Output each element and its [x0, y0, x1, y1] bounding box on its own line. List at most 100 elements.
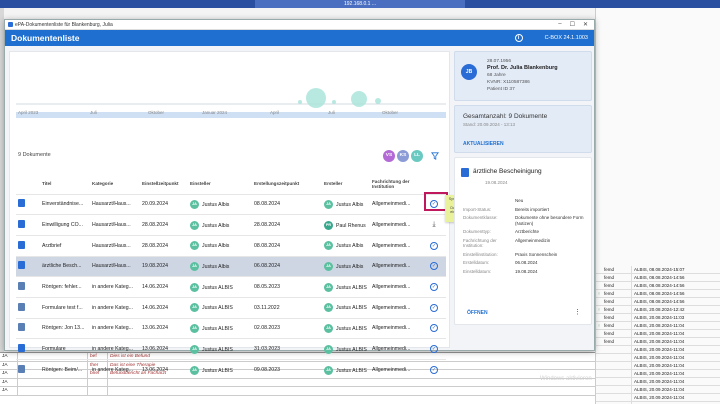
record-cell: ALBIS, 20.09.2024-11:04 [634, 347, 685, 352]
record-cell: femd [602, 298, 632, 305]
record-cell: ALBIS, 20.09.2024-11:04 [634, 395, 685, 400]
downloaded-check-icon[interactable]: ✓ [430, 366, 438, 375]
table-row[interactable]: ärztliche Besch... Hausarzt/Haus... 19.08.… [16, 255, 446, 277]
record-row[interactable]: femd ALBIS, 08.08.2024-14:56 [596, 282, 720, 290]
document-icon [18, 261, 25, 270]
record-cell: JA [0, 387, 18, 395]
more-options-icon[interactable]: ⋮ [574, 308, 581, 316]
record-row[interactable]: femd ALBIS, 08.08.2024-15:07 [596, 266, 720, 274]
detail-key: Import-Status: [463, 206, 492, 212]
record-row[interactable]: femd ALBIS, 20.08.2024-11:04 [596, 330, 720, 338]
downloaded-check-icon[interactable]: ✓ [430, 262, 438, 271]
record-row[interactable]: ALBIS, 20.09.2024-11:04 [596, 346, 720, 354]
timeline-label: Juli [328, 110, 335, 115]
document-detail-card: ärztliche Bescheinigung 19.08.2024 Neu Im… [454, 157, 592, 325]
downloaded-check-icon[interactable]: ✓ [430, 303, 438, 312]
timeline-bubble[interactable] [332, 100, 336, 104]
table-row[interactable]: Einwilligung CO... Hausarzt/Haus... 28.08.… [16, 214, 446, 236]
open-button[interactable]: ÖFFNEN [467, 310, 488, 316]
remote-session-bar[interactable]: 192.168.0.1 ... [255, 0, 465, 8]
uploader-chip: JA [190, 282, 199, 292]
cell-category: in andere Kateg... [90, 338, 140, 360]
cell-author: Justus Albis [336, 243, 364, 250]
column-header[interactable]: Titel [40, 174, 90, 194]
cell-category: Hausarzt/Haus... [90, 255, 140, 277]
table-row[interactable]: Einverständnise... Hausarzt/Haus... 20.09.… [16, 193, 446, 215]
avatar[interactable]: KS [397, 150, 409, 162]
cell-specialty: Allgemeinmedi... [370, 317, 422, 339]
timeline-chart[interactable]: April 2023 Juli Oktober Januar 2024 Apri… [16, 60, 446, 132]
record-row[interactable]: ALBIS, 20.09.2024-11:04 [596, 394, 720, 402]
record-row[interactable]: femd ALBIS, 20.08.2024-11:03 [596, 314, 720, 322]
patient-kvnr: KVNR: X110587386 [487, 80, 530, 85]
download-icon[interactable]: ⤓ [432, 221, 435, 228]
detail-value: Bereits importiert [515, 206, 550, 212]
document-icon [18, 199, 25, 208]
table-row[interactable]: Röntgen: Beim/... in andere Kateg... 13.06… [16, 359, 446, 381]
uploader-chip: JA [190, 199, 199, 209]
column-header[interactable]: Einsteller [188, 174, 252, 194]
patient-id: Patient ID 37 [487, 87, 515, 92]
timeline-bubble[interactable] [298, 100, 302, 104]
filter-avatars: VS KS LL [383, 150, 439, 162]
column-header[interactable]: Kategorie [90, 174, 140, 194]
record-row[interactable]: ↑ femd ALBIS, 08.08.2024-14:56 [596, 290, 720, 298]
downloaded-check-icon[interactable]: ✓ [430, 324, 438, 333]
record-row[interactable]: ALBIS, 20.09.2024-11:04 [596, 378, 720, 386]
table-row[interactable]: Arztbrief Hausarzt/Haus... 28.08.2024 JA Jus… [16, 234, 446, 257]
record-cell: ALBIS, 20.09.2024-11:04 [634, 387, 685, 392]
downloaded-check-icon[interactable]: ✓ [430, 283, 438, 292]
cell-author: Justus ALBIS [336, 346, 367, 353]
timeline-bubble[interactable] [375, 98, 381, 104]
record-row[interactable]: ALBIS, 20.09.2024-11:04 [596, 362, 720, 370]
document-list-panel: April 2023 Juli Oktober Januar 2024 Apri… [9, 51, 450, 381]
maximize-icon[interactable]: ☐ [570, 21, 575, 28]
detail-key: Einstelldatum: [463, 268, 492, 274]
detail-value: Arztberichte [515, 229, 540, 234]
column-header[interactable]: Einstellzeitpunkt [140, 174, 188, 194]
cell-upload-date: 28.08.2024 [140, 234, 188, 257]
column-header[interactable]: Fachrichtung der Institution [370, 174, 422, 194]
table-row[interactable]: Röntgen: fehler... in andere Kateg... 14.0… [16, 276, 446, 298]
app-icon [8, 22, 13, 27]
cell-author: Justus ALBIS [336, 325, 367, 332]
record-row[interactable]: ALBIS, 20.09.2024-11:04 [596, 370, 720, 378]
minimize-icon[interactable]: – [558, 21, 561, 28]
record-row[interactable]: ↑ femd ALBIS, 20.08.2024-12:42 [596, 306, 720, 314]
refresh-button[interactable]: AKTUALISIEREN [463, 141, 504, 147]
record-cell [602, 354, 632, 361]
column-header[interactable]: Ersteller [322, 174, 370, 194]
cell-title: Formulare [40, 338, 90, 360]
table-row[interactable]: Formulare in andere Kateg... 13.06.2024 JA J… [16, 338, 446, 360]
table-row[interactable]: Röntgen: Jon 13... in andere Kateg... 13.0… [16, 317, 446, 339]
record-row[interactable]: ↑ femd ALBIS, 20.08.2024-11:04 [596, 322, 720, 330]
record-row[interactable]: femd ALBIS, 20.08.2024-11:04 [596, 338, 720, 346]
record-cell: femd [602, 282, 632, 289]
info-icon[interactable]: i [514, 34, 523, 42]
window-controls: – ☐ ✕ [558, 21, 594, 28]
downloaded-check-icon[interactable]: ✓ [430, 241, 438, 250]
column-header[interactable]: Erstellungszeitpunkt [252, 174, 322, 194]
record-row[interactable]: femd ALBIS, 08.08.2024-14:56 [596, 298, 720, 306]
avatar[interactable]: VS [383, 150, 395, 162]
timeline-bubble[interactable] [306, 88, 326, 108]
record-cell: ALBIS, 20.09.2024-11:04 [634, 355, 685, 360]
record-row[interactable]: femd ALBIS, 08.08.2024-14:56 [596, 274, 720, 282]
cell-title: Röntgen: Jon 13... [40, 317, 90, 339]
detail-key: Erstelldatum: [463, 260, 490, 265]
downloaded-check-icon[interactable]: ✓ [430, 345, 438, 354]
detail-value: 06.08.2024 [515, 260, 538, 265]
timeline-bubble[interactable] [351, 91, 367, 107]
record-cell [602, 362, 632, 369]
record-row[interactable]: ALBIS, 20.09.2024-11:04 [596, 386, 720, 394]
table-row[interactable]: Formulare test f... in andere Kateg... 14.… [16, 296, 446, 319]
detail-row: Import-Status: Bereits importiert [463, 207, 587, 213]
filter-icon[interactable] [431, 152, 439, 160]
close-icon[interactable]: ✕ [583, 21, 588, 28]
record-row[interactable]: ALBIS, 20.09.2024-11:04 [596, 354, 720, 362]
cell-category: in andere Kateg... [90, 317, 140, 339]
record-cell: femd [602, 314, 632, 321]
record-row[interactable]: JA [0, 387, 595, 396]
watermark: Windows aktivieren [540, 376, 592, 382]
avatar[interactable]: LL [411, 150, 423, 162]
